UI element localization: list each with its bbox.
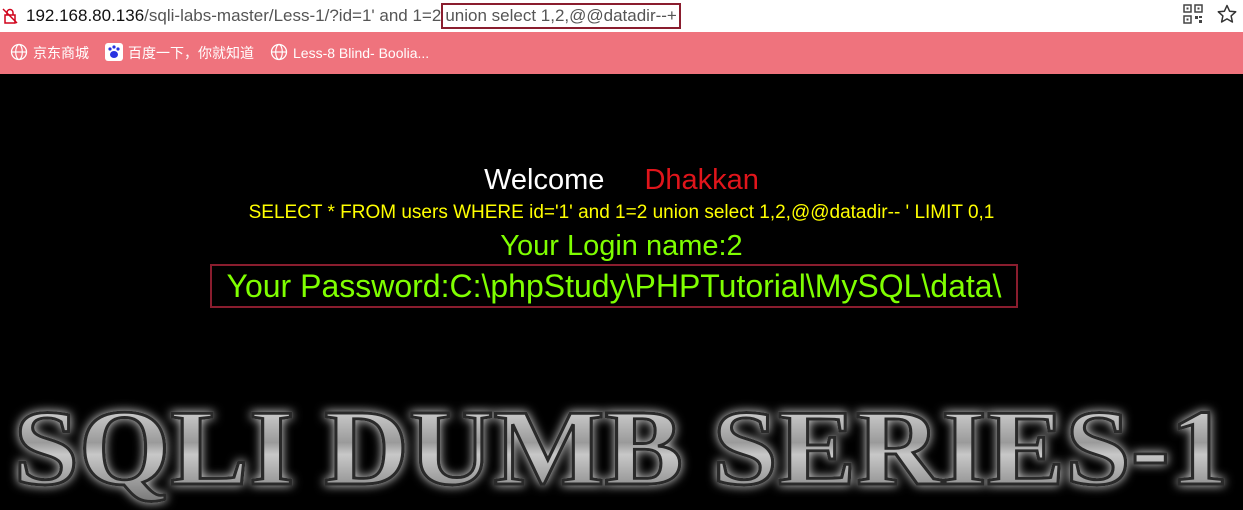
url-field[interactable]: 192.168.80.136 /sqli-labs-master/Less-1/… (26, 0, 681, 32)
login-name: Your Login name:2 (500, 230, 743, 262)
url-host: 192.168.80.136 (26, 6, 145, 25)
bookmark-less8[interactable]: Less-8 Blind- Boolia... (270, 43, 429, 64)
password-value: Your Password:C:\phpStudy\PHPTutorial\My… (226, 267, 1002, 304)
bookmark-label: 京东商城 (33, 45, 89, 61)
lock-warning-icon[interactable] (2, 8, 18, 24)
welcome-name: Dhakkan (644, 164, 759, 196)
bookmark-baidu[interactable]: 百度一下，你就知道 (105, 42, 254, 64)
globe-icon (270, 43, 288, 64)
baidu-paw-icon (105, 42, 123, 64)
welcome-text: Welcome (484, 164, 605, 196)
bookmarks-bar: 京东商城 百度一下，你就知道 Less-8 Blind- Boolia... (0, 32, 1243, 74)
qr-code-icon[interactable] (1183, 4, 1203, 29)
globe-icon (10, 43, 28, 64)
banner-text: SQLI DUMB SERIES-1 (14, 389, 1229, 508)
url-path: /sqli-labs-master/Less-1/?id=1' and 1=2 (144, 6, 442, 25)
star-icon[interactable] (1217, 4, 1237, 29)
password-highlight-box: Your Password:C:\phpStudy\PHPTutorial\My… (210, 264, 1018, 308)
page-content: Welcome Dhakkan SELECT * FROM users WHER… (0, 74, 1243, 510)
url-injected-payload: union select 1,2,@@datadir--+ (441, 3, 681, 29)
bookmark-label: 百度一下，你就知道 (128, 45, 254, 61)
address-bar[interactable]: 192.168.80.136 /sqli-labs-master/Less-1/… (0, 0, 1243, 32)
welcome-line: Welcome Dhakkan (0, 162, 1243, 198)
sql-query: SELECT * FROM users WHERE id='1' and 1=2… (248, 202, 995, 223)
bookmark-label: Less-8 Blind- Boolia... (293, 45, 430, 61)
bookmark-jd[interactable]: 京东商城 (10, 43, 89, 64)
sqli-dumb-series-banner: SQLI DUMB SERIES-1 (12, 388, 1230, 510)
